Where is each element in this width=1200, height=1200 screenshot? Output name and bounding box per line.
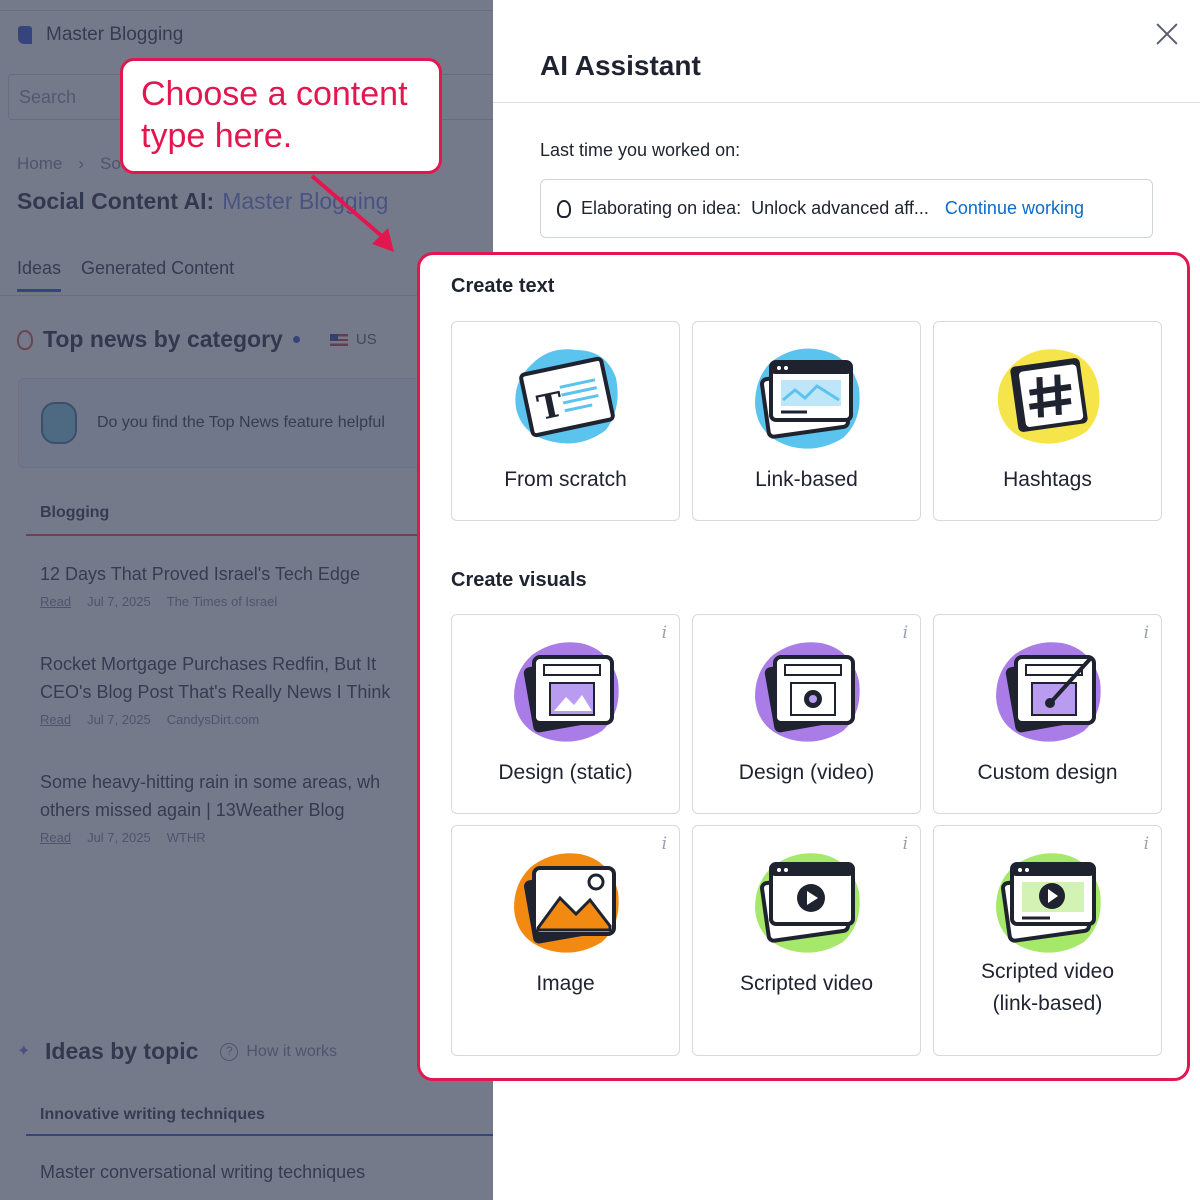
info-icon[interactable]: i — [1144, 623, 1149, 643]
top-news-heading: Top news by category US — [17, 326, 377, 353]
ideas-heading: ✦ Ideas by topic ? How it works — [17, 1038, 337, 1065]
close-icon[interactable] — [1149, 16, 1185, 52]
bookmark-icon — [18, 26, 32, 44]
text-document-icon: T — [515, 349, 618, 444]
custom-design-icon — [996, 642, 1101, 742]
top-news-title: Top news by category — [43, 326, 283, 352]
card-label: Link-based — [755, 468, 858, 491]
info-icon[interactable]: i — [1144, 834, 1149, 854]
last-worked-box: Elaborating on idea: Unlock advanced aff… — [540, 179, 1153, 238]
news-date: Jul 7, 2025 — [87, 594, 151, 609]
create-visuals-title: Create visuals — [451, 569, 587, 591]
search-placeholder: Search — [19, 86, 77, 107]
page-title: Social Content AI: Master Blogging — [17, 188, 388, 215]
read-link[interactable]: Read — [40, 830, 71, 845]
news-item-meta: Read Jul 7, 2025 WTHR — [40, 830, 206, 845]
content-type-chooser: Create text T From scratch Link-based Ha… — [417, 252, 1190, 1081]
topic-underline — [26, 1134, 493, 1136]
news-date: Jul 7, 2025 — [87, 830, 151, 845]
card-label: From scratch — [504, 468, 627, 491]
card-label: Hashtags — [1003, 468, 1092, 491]
how-it-works-label: How it works — [246, 1042, 338, 1060]
card-design-static[interactable]: i Design (static) — [451, 614, 680, 814]
design-video-icon — [755, 642, 860, 742]
card-image[interactable]: i Image — [451, 825, 680, 1056]
news-source: CandysDirt.com — [166, 712, 260, 727]
callout-annotation: Choose a content type here. — [120, 58, 442, 174]
lightbulb-icon — [557, 199, 571, 218]
news-source: WTHR — [166, 830, 206, 845]
card-link-based[interactable]: Link-based — [692, 321, 921, 521]
hand-icon — [41, 402, 77, 444]
card-design-video[interactable]: i Design (video) — [692, 614, 921, 814]
breadcrumb-separator-icon: › — [78, 154, 85, 173]
card-label: Design (video) — [738, 761, 875, 784]
category-tab-blogging[interactable]: Blogging — [40, 504, 109, 522]
fire-icon — [17, 329, 33, 350]
last-worked-label: Last time you worked on: — [540, 140, 741, 160]
scripted-video-link-icon — [996, 853, 1101, 953]
design-static-icon — [514, 642, 619, 742]
panel-title: AI Assistant — [540, 50, 701, 81]
feedback-text: Do you find the Top News feature helpful — [97, 414, 385, 431]
read-link[interactable]: Read — [40, 712, 71, 727]
tab-ideas[interactable]: Ideas — [17, 258, 62, 292]
info-icon[interactable]: i — [662, 623, 667, 643]
breadcrumb-home[interactable]: Home — [17, 154, 62, 174]
region-label: US — [355, 331, 377, 348]
sparkle-icon: ✦ — [17, 1042, 31, 1060]
breadcrumb: Home › So — [17, 154, 121, 174]
page-title-text: Social Content AI: — [17, 188, 215, 214]
info-icon[interactable]: i — [662, 834, 667, 854]
card-hashtags[interactable]: Hashtags — [933, 321, 1162, 521]
card-custom-design[interactable]: i Custom design — [933, 614, 1162, 814]
news-item-meta: Read Jul 7, 2025 CandysDirt.com — [40, 712, 259, 727]
card-label: Design (static) — [498, 761, 633, 784]
card-label: Image — [536, 972, 595, 995]
callout-line-1: Choose a content — [141, 75, 408, 113]
card-label: Scripted video — [739, 972, 874, 995]
panel-divider — [493, 102, 1200, 103]
card-scripted-video-link-based[interactable]: i Scripted video (link-based) — [933, 825, 1162, 1056]
ideas-title: Ideas by topic — [45, 1038, 199, 1064]
topic-tab[interactable]: Innovative writing techniques — [40, 1106, 265, 1124]
project-name: Master Blogging — [222, 188, 389, 214]
image-icon — [514, 853, 619, 953]
how-it-works-link[interactable]: ? How it works — [220, 1042, 338, 1061]
topic-idea-item[interactable]: Master conversational writing techniques — [40, 1162, 365, 1183]
news-item-meta: Read Jul 7, 2025 The Times of Israel — [40, 594, 277, 609]
create-text-title: Create text — [451, 275, 555, 297]
info-icon[interactable]: i — [903, 623, 908, 643]
region-selector[interactable]: US — [329, 331, 377, 348]
card-label-line2: (link-based) — [992, 992, 1103, 1015]
news-source: The Times of Israel — [166, 594, 278, 609]
top-divider — [0, 10, 493, 11]
brand-name: Master Blogging — [46, 24, 184, 45]
callout-line-2: type here. — [141, 117, 293, 155]
card-label: Scripted video — [980, 960, 1115, 983]
info-dot-icon — [292, 336, 300, 343]
card-scripted-video[interactable]: i Scripted video — [692, 825, 921, 1056]
info-icon[interactable]: i — [903, 834, 908, 854]
scripted-video-icon — [755, 853, 860, 953]
continue-working-link[interactable]: Continue working — [945, 198, 1084, 219]
card-label: Custom design — [977, 761, 1118, 784]
news-date: Jul 7, 2025 — [87, 712, 151, 727]
idea-label: Elaborating on idea: — [581, 198, 742, 218]
browser-window-icon — [755, 348, 860, 449]
tab-generated-content[interactable]: Generated Content — [81, 258, 234, 292]
read-link[interactable]: Read — [40, 594, 71, 609]
question-icon: ? — [220, 1042, 239, 1061]
breadcrumb-current[interactable]: So — [100, 154, 121, 174]
idea-value: Unlock advanced aff... — [751, 198, 929, 218]
us-flag-icon — [329, 333, 348, 346]
hashtag-icon — [997, 349, 1100, 444]
brand[interactable]: Master Blogging — [18, 14, 493, 56]
tab-bar: Ideas Generated Content — [17, 258, 234, 292]
card-from-scratch[interactable]: T From scratch — [451, 321, 680, 521]
